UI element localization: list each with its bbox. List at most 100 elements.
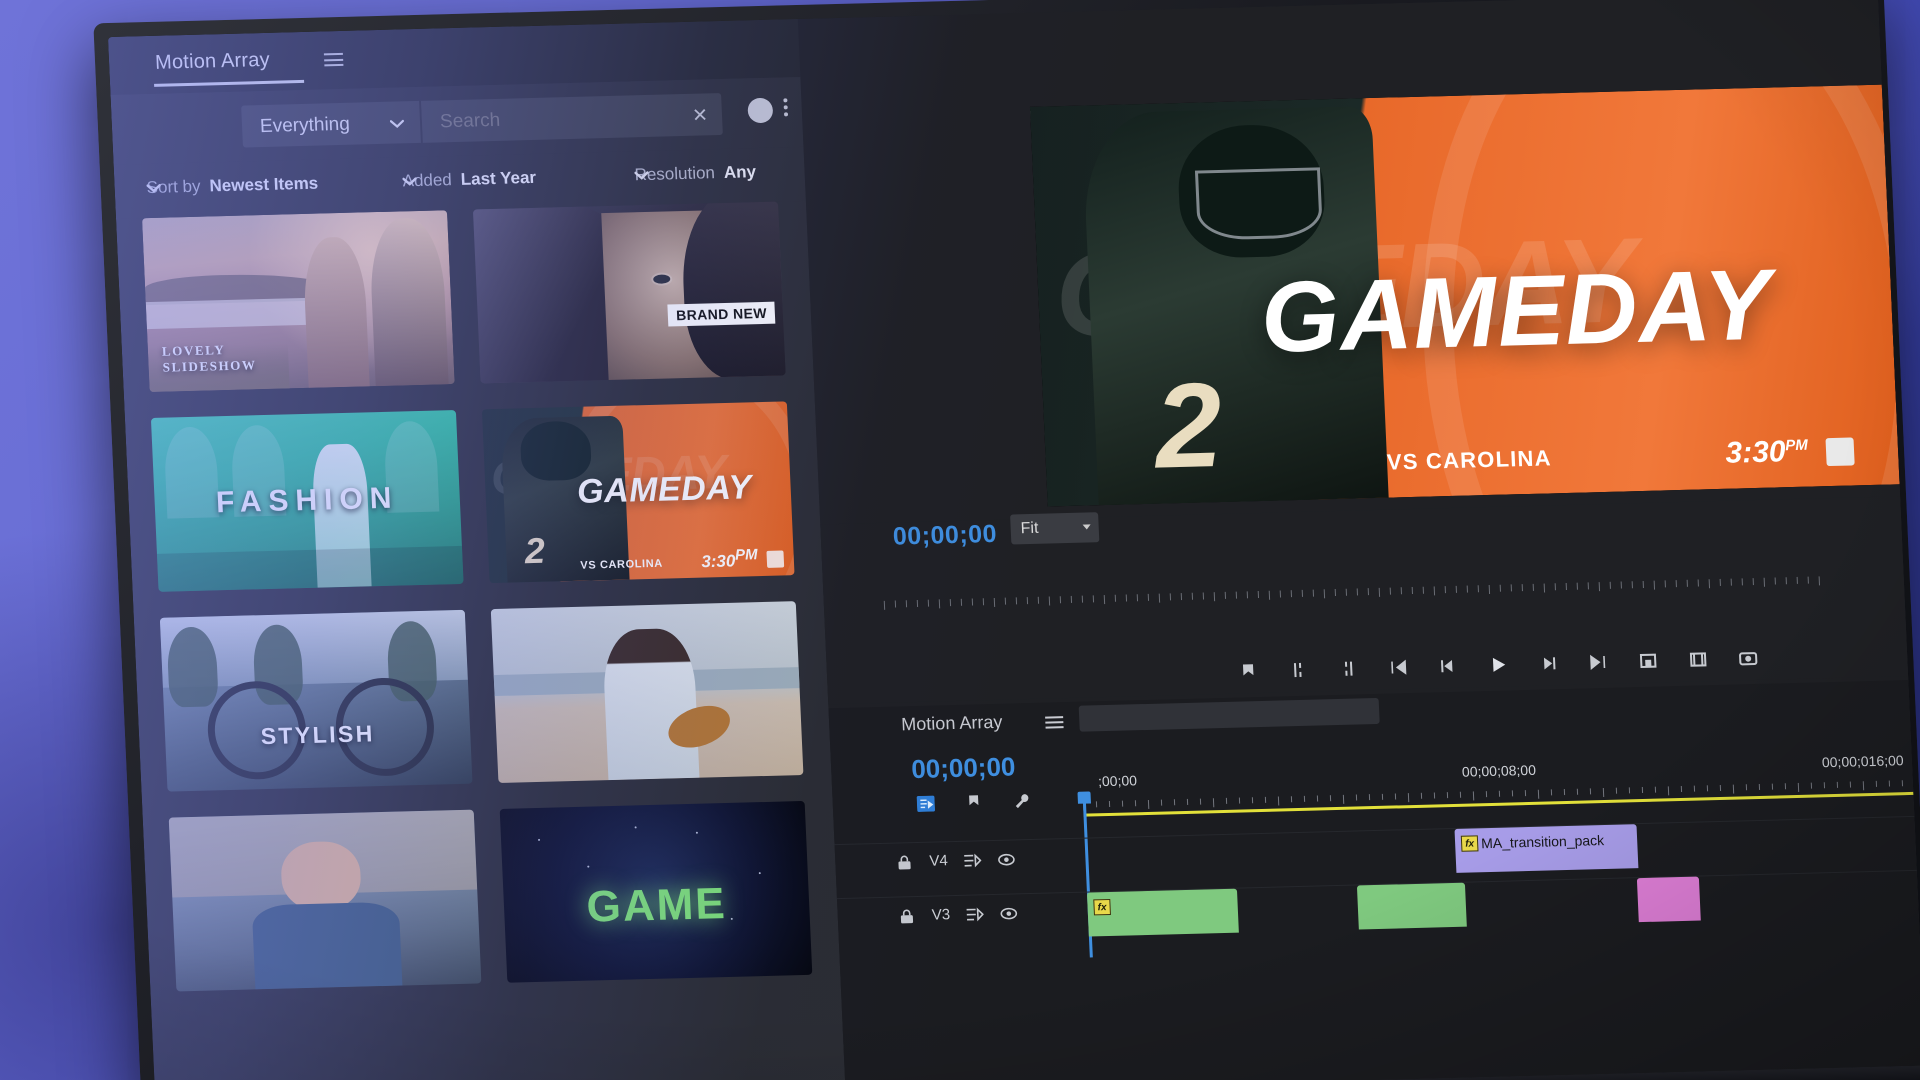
step-forward-icon[interactable]	[1537, 653, 1560, 674]
program-scrubber[interactable]	[883, 575, 1884, 611]
filter-added[interactable]: Added Last Year	[402, 168, 536, 191]
result-jersey-number: 2	[523, 529, 546, 571]
preview-time: 3:30PM	[1725, 435, 1809, 471]
chevron-down-icon	[402, 176, 417, 186]
results-row: STYLISH	[159, 601, 806, 792]
eye-icon[interactable]	[997, 851, 1016, 867]
close-icon[interactable]: ✕	[692, 104, 709, 127]
result-caption: STYLISH	[260, 720, 376, 750]
marker-icon[interactable]	[964, 794, 983, 810]
result-card-stylish[interactable]: STYLISH	[159, 609, 473, 792]
preview-subtitle: VS CAROLINA	[1386, 445, 1553, 475]
ruler-mark: ;00;00	[1097, 772, 1138, 790]
go-to-out-icon[interactable]	[1587, 652, 1610, 673]
result-time-ampm: PM	[734, 546, 758, 565]
results-row: GAME	[168, 800, 815, 992]
decor	[156, 545, 464, 592]
transport-controls	[1237, 648, 1760, 682]
timeline-clip[interactable]: fx	[1086, 888, 1239, 937]
play-icon[interactable]	[1487, 654, 1510, 675]
export-frame-icon[interactable]	[1737, 648, 1760, 669]
track-header-v4: V4	[895, 850, 1016, 870]
timeline-search-field[interactable]	[1078, 697, 1380, 732]
result-card-lovely-slideshow[interactable]: LOVELY SLIDESHOW	[142, 210, 455, 393]
tab-timeline-motion-array[interactable]: Motion Array	[901, 712, 1003, 736]
search-input[interactable]	[437, 104, 673, 135]
user-avatar-icon[interactable]	[747, 97, 774, 124]
track-target-icon[interactable]	[966, 906, 985, 922]
kebab-menu-icon[interactable]	[783, 98, 789, 117]
result-caption: GAMEDAY	[576, 468, 753, 511]
hamburger-icon[interactable]	[323, 52, 344, 67]
filter-added-value: Last Year	[460, 167, 537, 189]
chevron-down-icon	[146, 183, 161, 192]
preview-jersey-number: 2	[1152, 358, 1225, 494]
tab-motion-array[interactable]: Motion Array	[155, 49, 271, 75]
search-box[interactable]: ✕	[420, 93, 723, 143]
result-card-gameday[interactable]: GAMEDAY 2 GAMEDAY VS CAROLINA 3:30PM	[481, 401, 795, 584]
filter-sort-by-value: Newest Items	[209, 173, 319, 196]
playhead-handle[interactable]	[1077, 791, 1091, 804]
track-name-v3: V3	[931, 906, 951, 924]
fx-badge-icon: fx	[1460, 835, 1479, 852]
motion-array-panel: Motion Array Everything ✕	[107, 18, 846, 1080]
results-row: LOVELY SLIDESHOW BRAND NEW	[142, 201, 788, 393]
chevron-down-icon	[1082, 524, 1091, 530]
premiere-workspace: GAMEDAY 2 GAMEDAY VS CAROLINA 3:30PM 00;…	[797, 0, 1920, 1080]
timeline-timecode[interactable]: 00;00;00	[911, 751, 1016, 785]
decor	[279, 840, 363, 913]
monitor-screen: Motion Array Everything ✕	[107, 0, 1920, 1080]
ruler-mark: 00;00;08;00	[1461, 761, 1537, 780]
filter-sort-by[interactable]: Sort by Newest Items	[146, 174, 318, 198]
extract-icon[interactable]	[1687, 649, 1710, 670]
lift-icon[interactable]	[1637, 651, 1660, 672]
result-caption: GAME	[585, 878, 728, 932]
mark-in-icon[interactable]	[1287, 660, 1310, 681]
timeline-clip[interactable]: fx MA_transition_pack	[1454, 824, 1639, 873]
preview-time-value: 3:30	[1724, 435, 1787, 470]
result-card-brand-new[interactable]: BRAND NEW	[472, 201, 786, 384]
decor	[301, 236, 370, 388]
program-preview-image: GAMEDAY 2 GAMEDAY VS CAROLINA 3:30PM	[1029, 84, 1900, 507]
chevron-down-icon	[634, 170, 649, 180]
results-row: FASHION GAMEDAY 2 GAMEDAY VS CAROLINA 3:…	[150, 401, 797, 592]
result-card-ukulele[interactable]	[490, 601, 804, 783]
result-card-fashion[interactable]: FASHION	[150, 410, 464, 592]
go-to-in-icon[interactable]	[1387, 657, 1410, 678]
program-timecode[interactable]: 00;00;00	[892, 520, 997, 552]
result-card-man[interactable]	[168, 809, 482, 992]
filter-resolution[interactable]: Resolution Any	[634, 162, 756, 185]
timeline-panel: Motion Array 00;00;00 ;00;00 00;00;08;00…	[828, 680, 1920, 1080]
result-caption: LOVELY SLIDESHOW	[161, 341, 257, 375]
result-card-neon-space[interactable]: GAME	[499, 800, 813, 983]
category-select-value: Everything	[259, 113, 351, 138]
wrench-icon[interactable]	[1012, 793, 1031, 809]
timeline-clip[interactable]	[1356, 882, 1467, 930]
add-marker-icon[interactable]	[1237, 661, 1260, 682]
decor	[163, 426, 220, 519]
preview-title: GAMEDAY	[1258, 248, 1775, 374]
monitor: Motion Array Everything ✕	[30, 0, 1920, 1080]
mark-out-icon[interactable]	[1337, 658, 1360, 679]
program-monitor-controls: 00;00;00 Fit	[820, 496, 1909, 705]
team-logo-icon	[766, 550, 785, 568]
category-select[interactable]: Everything	[241, 100, 421, 148]
lock-icon[interactable]	[897, 908, 916, 924]
track-header-v3: V3	[897, 904, 1018, 924]
decor	[367, 217, 449, 387]
zoom-level-select[interactable]: Fit	[1010, 512, 1100, 545]
snap-icon[interactable]	[916, 795, 936, 812]
timeline-clip[interactable]	[1636, 876, 1701, 923]
eye-icon[interactable]	[1000, 905, 1019, 921]
decor	[601, 628, 700, 781]
ruler-mark: 00;00;016;00	[1821, 752, 1904, 771]
hamburger-icon[interactable]	[1045, 716, 1064, 729]
program-monitor[interactable]: GAMEDAY 2 GAMEDAY VS CAROLINA 3:30PM	[1029, 84, 1900, 507]
decor	[652, 273, 671, 284]
step-back-icon[interactable]	[1437, 656, 1460, 677]
track-target-icon[interactable]	[963, 852, 982, 868]
chevron-down-icon	[389, 119, 405, 128]
lock-icon[interactable]	[895, 854, 914, 870]
result-time-value: 3:30	[700, 551, 736, 572]
preview-time-ampm: PM	[1784, 436, 1809, 455]
